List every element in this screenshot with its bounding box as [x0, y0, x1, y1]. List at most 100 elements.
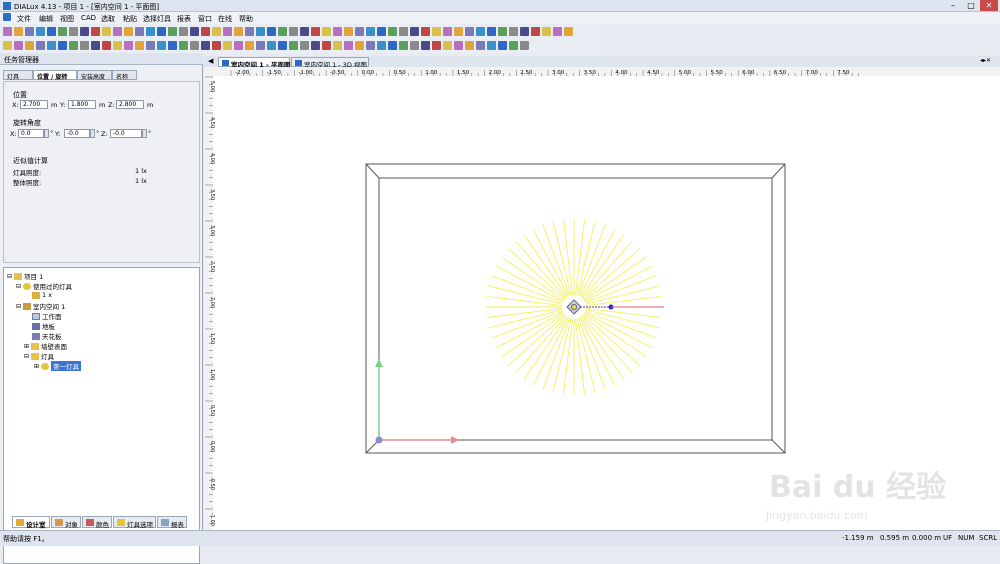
rot-z-input[interactable]: -0.0 — [110, 129, 142, 138]
standard-tool-icon[interactable] — [223, 27, 232, 36]
tools-tool-icon[interactable] — [476, 41, 485, 50]
tools-tool-icon[interactable] — [399, 41, 408, 50]
tools-tool-icon[interactable] — [113, 41, 122, 50]
tools-tool-icon[interactable] — [421, 41, 430, 50]
tools-tool-icon[interactable] — [300, 41, 309, 50]
standard-tool-icon[interactable] — [344, 27, 353, 36]
standard-tool-icon[interactable] — [531, 27, 540, 36]
standard-tool-icon[interactable] — [14, 27, 23, 36]
tools-tool-icon[interactable] — [91, 41, 100, 50]
standard-tool-icon[interactable] — [47, 27, 56, 36]
tools-tool-icon[interactable] — [14, 41, 23, 50]
tools-tool-icon[interactable] — [157, 41, 166, 50]
standard-tool-icon[interactable] — [377, 27, 386, 36]
tools-tool-icon[interactable] — [36, 41, 45, 50]
standard-tool-icon[interactable] — [322, 27, 331, 36]
tools-tool-icon[interactable] — [80, 41, 89, 50]
tools-tool-icon[interactable] — [47, 41, 56, 50]
tree-node-wall-surface[interactable]: ⊞ 墙壁表面 — [24, 341, 67, 351]
tree-node-lamp-item[interactable]: 1 x — [32, 291, 52, 299]
tools-tool-icon[interactable] — [3, 41, 12, 50]
standard-tool-icon[interactable] — [80, 27, 89, 36]
tab-position-rotation[interactable]: 位置 / 旋转 — [33, 70, 77, 81]
menu-paste[interactable]: 粘贴 — [123, 14, 137, 24]
tab-name[interactable]: 名称 — [112, 70, 137, 81]
standard-tool-icon[interactable] — [212, 27, 221, 36]
floor-plan-canvas[interactable]: -2.00 -1.50 -1.00 -0.50 0.00 0.50 1.00 1.50 2.00… — [204, 67, 1000, 539]
tools-tool-icon[interactable] — [443, 41, 452, 50]
tools-tool-icon[interactable] — [212, 41, 221, 50]
tree-node-used-lamps[interactable]: ⊟ 使用过的灯具 — [16, 281, 72, 291]
scroll-tabs-icon[interactable]: ◂▸✕ — [980, 57, 991, 64]
standard-tool-icon[interactable] — [58, 27, 67, 36]
standard-tool-icon[interactable] — [355, 27, 364, 36]
rot-x-spinner[interactable] — [44, 129, 49, 138]
menu-cad[interactable]: CAD — [81, 14, 96, 22]
tools-tool-icon[interactable] — [135, 41, 144, 50]
tools-tool-icon[interactable] — [388, 41, 397, 50]
tools-tool-icon[interactable] — [465, 41, 474, 50]
tab-reports[interactable]: 报表 — [157, 516, 187, 529]
tools-tool-icon[interactable] — [454, 41, 463, 50]
menu-online[interactable]: 在线 — [218, 14, 232, 24]
menu-help[interactable]: 帮助 — [239, 14, 253, 24]
tools-tool-icon[interactable] — [355, 41, 364, 50]
standard-tool-icon[interactable] — [366, 27, 375, 36]
tools-tool-icon[interactable] — [234, 41, 243, 50]
standard-tool-icon[interactable] — [520, 27, 529, 36]
tree-node-project[interactable]: ⊟ 项目 1 — [7, 271, 43, 281]
close-button[interactable]: ✕ — [980, 0, 998, 11]
tools-tool-icon[interactable] — [58, 41, 67, 50]
standard-tool-icon[interactable] — [509, 27, 518, 36]
tab-3d-view[interactable]: 室内空间 1 - 3D 视图 — [291, 57, 369, 69]
tree-node-work-plane[interactable]: 工作面 — [32, 311, 62, 321]
tools-tool-icon[interactable] — [377, 41, 386, 50]
tab-colors[interactable]: 颜色 — [82, 516, 112, 529]
tools-tool-icon[interactable] — [102, 41, 111, 50]
standard-tool-icon[interactable] — [454, 27, 463, 36]
standard-tool-icon[interactable] — [421, 27, 430, 36]
rot-y-input[interactable]: -0.0 — [64, 129, 90, 138]
standard-tool-icon[interactable] — [3, 27, 12, 36]
menu-window[interactable]: 窗口 — [198, 14, 212, 24]
menu-select[interactable]: 选取 — [101, 14, 115, 24]
tools-tool-icon[interactable] — [278, 41, 287, 50]
tree-node-room[interactable]: ⊟ 室内空间 1 — [16, 301, 65, 311]
tab-floor-plan[interactable]: 室内空间 1 - 平面图 — [218, 57, 291, 69]
tools-tool-icon[interactable] — [311, 41, 320, 50]
standard-tool-icon[interactable] — [245, 27, 254, 36]
collapse-icon[interactable]: ⊟ — [16, 283, 21, 290]
menu-select-lamp[interactable]: 选择灯具 — [143, 14, 171, 24]
tools-tool-icon[interactable] — [498, 41, 507, 50]
maximize-button[interactable]: □ — [962, 0, 980, 11]
standard-tool-icon[interactable] — [300, 27, 309, 36]
tools-tool-icon[interactable] — [267, 41, 276, 50]
tools-tool-icon[interactable] — [410, 41, 419, 50]
app-menu-icon[interactable] — [3, 13, 11, 21]
collapse-icon[interactable]: ⊟ — [16, 303, 21, 310]
standard-tool-icon[interactable] — [113, 27, 122, 36]
floor-plan-view[interactable]: -2.00 -1.50 -1.00 -0.50 0.00 0.50 1.00 1.50 2.00… — [204, 67, 1000, 539]
standard-tool-icon[interactable] — [289, 27, 298, 36]
standard-tool-icon[interactable] — [124, 27, 133, 36]
standard-tool-icon[interactable] — [410, 27, 419, 36]
tab-mount-height[interactable]: 安装高度 — [77, 70, 112, 81]
tools-tool-icon[interactable] — [245, 41, 254, 50]
standard-tool-icon[interactable] — [201, 27, 210, 36]
tree-node-floor[interactable]: 地板 — [32, 321, 55, 331]
tab-lamp-options[interactable]: 灯具选项 — [113, 516, 156, 529]
standard-tool-icon[interactable] — [443, 27, 452, 36]
menu-report[interactable]: 报表 — [177, 14, 191, 24]
tools-tool-icon[interactable] — [322, 41, 331, 50]
menu-edit[interactable]: 编辑 — [39, 14, 53, 24]
tools-tool-icon[interactable] — [190, 41, 199, 50]
tab-objects[interactable]: 对象 — [51, 516, 81, 529]
tree-node-lamps[interactable]: ⊟ 灯具 — [24, 351, 54, 361]
pin-icon[interactable]: ◀ — [208, 57, 213, 65]
rot-x-input[interactable]: 0.0 — [18, 129, 44, 138]
pos-y-input[interactable]: 1.800 — [68, 100, 96, 109]
collapse-icon[interactable]: ⊟ — [7, 273, 12, 280]
standard-tool-icon[interactable] — [179, 27, 188, 36]
tree-node-first-lamp[interactable]: ⊞ 第一灯具 — [34, 361, 82, 371]
tools-tool-icon[interactable] — [333, 41, 342, 50]
